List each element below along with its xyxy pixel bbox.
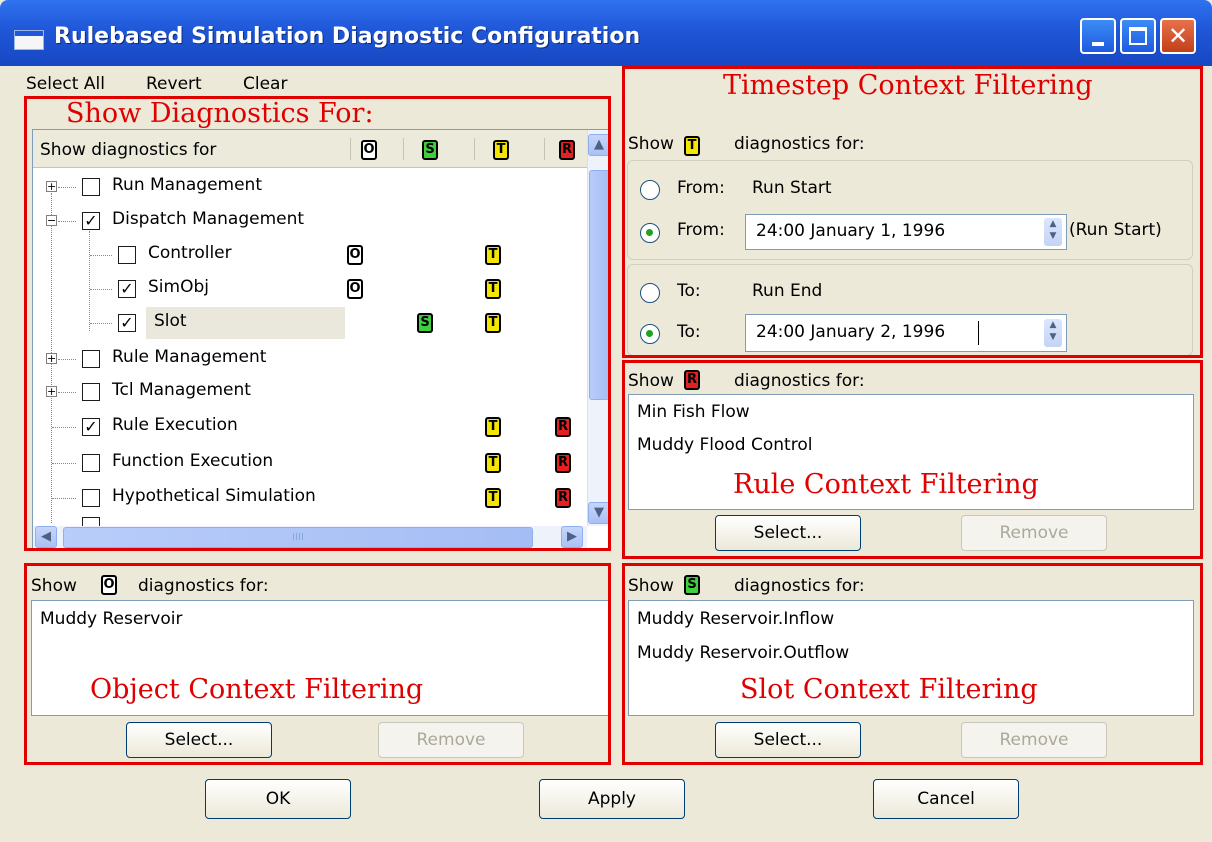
annotation-frame-slot [622, 563, 1203, 765]
close-icon: ✕ [1167, 22, 1189, 50]
menu-clear[interactable]: Clear [243, 74, 287, 94]
annotation-frame-rule [622, 360, 1203, 559]
annotation-frame-show-diagnostics [24, 96, 611, 551]
annotation-slot: Slot Context Filtering [740, 674, 1038, 705]
close-button[interactable]: ✕ [1160, 18, 1196, 54]
cancel-button[interactable]: Cancel [873, 779, 1019, 819]
title-bar[interactable]: Rulebased Simulation Diagnostic Configur… [0, 0, 1212, 66]
annotation-object: Object Context Filtering [90, 674, 424, 705]
window-title: Rulebased Simulation Diagnostic Configur… [54, 24, 641, 49]
maximize-button[interactable] [1120, 18, 1156, 54]
minimize-button[interactable] [1080, 18, 1116, 54]
annotation-frame-timestep [622, 66, 1203, 358]
annotation-frame-object [24, 563, 611, 765]
apply-button[interactable]: Apply [539, 779, 685, 819]
menu-revert[interactable]: Revert [146, 74, 202, 94]
window-app-icon [14, 30, 44, 50]
minimize-icon [1092, 42, 1104, 46]
maximize-icon [1129, 27, 1147, 45]
annotation-rule: Rule Context Filtering [733, 469, 1039, 500]
ok-button[interactable]: OK [205, 779, 351, 819]
annotation-timestep: Timestep Context Filtering [723, 70, 1093, 101]
menu-select-all[interactable]: Select All [26, 74, 105, 94]
annotation-show-diagnostics: Show Diagnostics For: [66, 98, 374, 129]
